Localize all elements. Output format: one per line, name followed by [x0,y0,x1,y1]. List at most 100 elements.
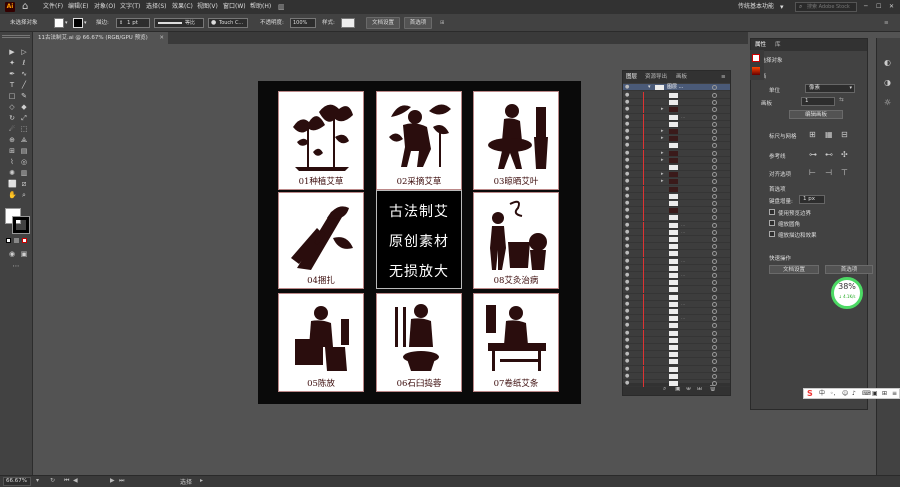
target-icon[interactable] [712,114,717,120]
layer-row[interactable]: ● ⋯ [623,315,730,323]
eye-icon[interactable]: ● [625,265,629,272]
layer-row[interactable]: ● ⋯ [623,257,730,265]
first-artboard-icon[interactable]: ⏮ [64,477,69,485]
tile-bundling[interactable]: 04捆扎 [278,192,364,289]
eye-icon[interactable]: ● [625,178,629,185]
eye-icon[interactable]: ● [625,330,629,337]
preview-bounds-checkbox[interactable] [769,209,775,215]
layer-row[interactable]: ● [623,372,730,380]
tile-drying[interactable]: 03晾晒艾叶 [473,91,559,190]
skin-icon[interactable]: ▣ [872,389,878,398]
target-icon[interactable] [712,107,717,113]
eye-icon[interactable]: ● [625,186,629,193]
voice-icon[interactable]: ♪ [852,389,856,398]
status-tool[interactable]: 选择 [180,477,192,486]
target-icon[interactable] [712,366,717,372]
gradient-icon[interactable] [752,67,760,75]
eye-icon[interactable]: ● [625,315,629,322]
tile-planting[interactable]: 01种植艾草 [278,91,364,190]
keyboard-icon[interactable]: ⌨ [862,389,871,398]
workspace-switcher[interactable]: 传统基本功能 [738,0,774,14]
eye-icon[interactable]: ● [625,200,629,207]
arrange-icon[interactable]: ⊞ [440,17,445,29]
target-icon[interactable] [712,150,717,156]
layer-row[interactable]: ● [623,142,730,150]
expand-icon[interactable]: ▸ [661,171,664,178]
brush-select[interactable]: ● Touch C... [208,18,248,28]
target-icon[interactable] [712,258,717,264]
layer-row[interactable]: ● [623,250,730,258]
gradient-mode-icon[interactable] [14,238,19,243]
preferences-button[interactable]: 首选项 [404,17,432,29]
stroke-weight-field[interactable]: ⇕ 1 pt [116,18,150,28]
expand-icon[interactable]: ▸ [661,150,664,157]
menu-window[interactable]: 窗口(W) [223,0,246,14]
tile-rolling[interactable]: 07卷纸艾条 [473,293,559,392]
layer-row[interactable]: ● ⋯ [623,228,730,236]
target-icon[interactable] [712,251,717,257]
target-icon[interactable] [712,186,717,192]
draw-mode-icon[interactable]: ◉ [8,250,16,258]
target-icon[interactable] [712,129,717,134]
target-icon[interactable] [712,93,717,98]
layer-row[interactable]: ● [623,380,730,388]
none-mode-icon[interactable] [22,238,27,243]
eye-icon[interactable]: ● [625,258,629,265]
target-icon[interactable] [712,179,717,185]
layer-row[interactable]: ● [623,344,730,352]
layer-row[interactable]: ● ▸ [623,106,730,114]
tab-asset-export[interactable]: 资源导出 [645,71,667,83]
appearance-icon[interactable]: ☼ [884,98,891,107]
layer-row-top[interactable]: ● ▾ 图层 ... [623,84,730,92]
toolbox-icon[interactable]: ⊞ [882,389,887,398]
eye-icon[interactable]: ● [625,164,629,171]
next-artboard-icon[interactable]: ▶ [110,477,115,484]
target-icon[interactable] [712,201,717,206]
layer-row[interactable]: ● [623,192,730,200]
close-tab-icon[interactable]: ✕ [159,32,164,44]
tile-pounding[interactable]: 06石臼捣蓉 [376,293,462,392]
stroke-color-swatch[interactable] [12,216,30,234]
tab-libraries[interactable]: 库 [775,39,781,51]
arrange-documents-icon[interactable]: ▥ [278,0,285,14]
target-icon[interactable] [712,301,717,307]
target-icon[interactable] [712,172,717,178]
layer-row[interactable]: ● ⋯ [623,113,730,121]
layer-row[interactable]: ● [623,92,730,100]
eye-icon[interactable]: ● [625,142,629,149]
document-tab[interactable]: 11古法制艾.ai @ 66.67% (RGB/GPU 预览) ✕ [33,32,168,44]
target-icon[interactable] [712,373,717,379]
scale-strokes-checkbox[interactable] [769,231,775,237]
style-swatch[interactable] [341,18,355,28]
stock-search-input[interactable]: ⌕ 搜索 Adobe Stock [795,2,857,12]
eye-icon[interactable]: ● [625,114,629,121]
eye-icon[interactable]: ● [625,84,629,91]
shaper-tool-icon[interactable]: ◇ [8,103,16,111]
target-icon[interactable] [712,157,717,163]
eye-icon[interactable]: ● [625,128,629,135]
eye-icon[interactable]: ● [625,236,629,243]
expand-icon[interactable]: ▸ [661,106,664,113]
tile-moxibustion[interactable]: 08艾灸治病 [473,192,559,289]
target-icon[interactable] [712,237,717,242]
target-icon[interactable] [712,280,717,286]
eye-icon[interactable]: ● [625,337,629,344]
zoom-tool-icon[interactable]: ⌕ [20,191,28,199]
eye-icon[interactable]: ● [625,99,629,106]
scale-tool-icon[interactable]: ⤢ [20,114,28,122]
target-icon[interactable] [712,229,717,235]
sogou-logo-icon[interactable]: S [807,389,813,398]
layer-row[interactable]: ● [623,99,730,107]
minimize-button[interactable]: ─ [864,0,868,14]
opacity-field[interactable]: 100% [290,18,316,28]
eye-icon[interactable]: ● [625,351,629,358]
color-mode-icon[interactable] [6,238,11,243]
column-graph-tool-icon[interactable]: ▥ [20,169,28,177]
eye-icon[interactable]: ● [625,373,629,380]
layer-row[interactable]: ● [623,365,730,373]
layer-row[interactable]: ● ▸ [623,149,730,157]
zoom-field[interactable]: 66.67% [3,477,31,486]
snap-pixel-icon[interactable]: ⊣ [825,168,832,177]
layer-row[interactable]: ● [623,351,730,359]
toolbar-grip[interactable] [2,35,30,38]
